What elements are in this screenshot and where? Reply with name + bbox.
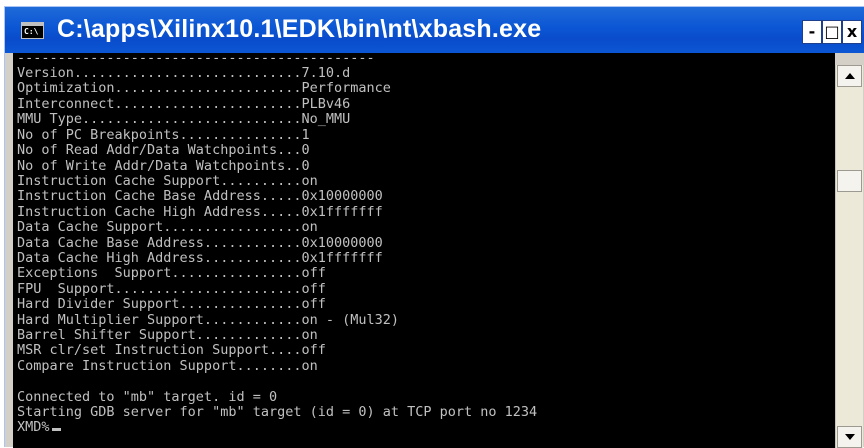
console-line: Data Cache Base Address............0x100…	[17, 235, 383, 251]
console-line: Hard Multiplier Support............on - …	[17, 312, 400, 328]
scroll-track[interactable]	[836, 87, 863, 426]
console-line: Interconnect.......................PLBv4…	[17, 96, 351, 112]
console-line: Connected to "mb" target. id = 0	[17, 389, 278, 405]
console-line: Instruction Cache Support..........on	[17, 173, 318, 189]
console-line: Hard Divider Support...............off	[17, 296, 326, 312]
console-line: Instruction Cache High Address.....0x1ff…	[17, 204, 383, 220]
console-line: Compare Instruction Support........on	[17, 358, 318, 374]
prompt-text: XMD%	[17, 419, 50, 435]
console-line: Barrel Shifter Support.............on	[17, 327, 318, 343]
console-window: C:\ C:\apps\Xilinx10.1\EDK\bin\nt\xbash.…	[4, 6, 864, 448]
console-line: MMU Type...........................No_MM…	[17, 111, 351, 127]
console-line: MSR clr/set Instruction Support....off	[17, 342, 326, 358]
prompt-line[interactable]: XMD%	[17, 420, 61, 435]
console-line: No of Write Addr/Data Watchpoints..0	[17, 158, 310, 174]
console-line: FPU Support.......................off	[17, 281, 326, 297]
window-title: C:\apps\Xilinx10.1\EDK\bin\nt\xbash.exe	[57, 15, 542, 43]
console-line: Data Cache High Address............0x1ff…	[17, 250, 383, 266]
scroll-up-button[interactable]	[837, 65, 862, 87]
title-bar[interactable]: C:\ C:\apps\Xilinx10.1\EDK\bin\nt\xbash.…	[5, 7, 864, 53]
console-line: Version............................7.10.…	[17, 65, 351, 81]
console-line: Data Cache Support.................on	[17, 219, 318, 235]
minimize-button[interactable]: -	[802, 20, 822, 44]
console-line: Instruction Cache Base Address.....0x100…	[17, 188, 383, 204]
console-line: Exceptions Support................off	[17, 265, 326, 281]
arrow-down-icon	[845, 434, 855, 440]
scroll-thumb[interactable]	[837, 170, 862, 192]
scroll-down-button[interactable]	[837, 426, 862, 448]
vertical-scrollbar[interactable]	[835, 65, 863, 448]
console-output[interactable]: ----------------------------------------…	[13, 53, 835, 448]
console-line: Optimization.......................Perfo…	[17, 80, 391, 96]
text-cursor	[51, 428, 61, 431]
console-line: No of Read Addr/Data Watchpoints...0	[17, 142, 310, 158]
console-icon-text: C:\	[24, 27, 39, 36]
close-button[interactable]: x	[842, 20, 862, 44]
maximize-button[interactable]: □	[822, 20, 842, 44]
console-line: Starting GDB server for "mb" target (id …	[17, 404, 538, 420]
console-line: No of PC Breakpoints...............1	[17, 127, 310, 143]
arrow-up-icon	[845, 73, 855, 79]
console-icon-bar	[22, 23, 43, 26]
console-icon[interactable]: C:\	[21, 22, 44, 39]
